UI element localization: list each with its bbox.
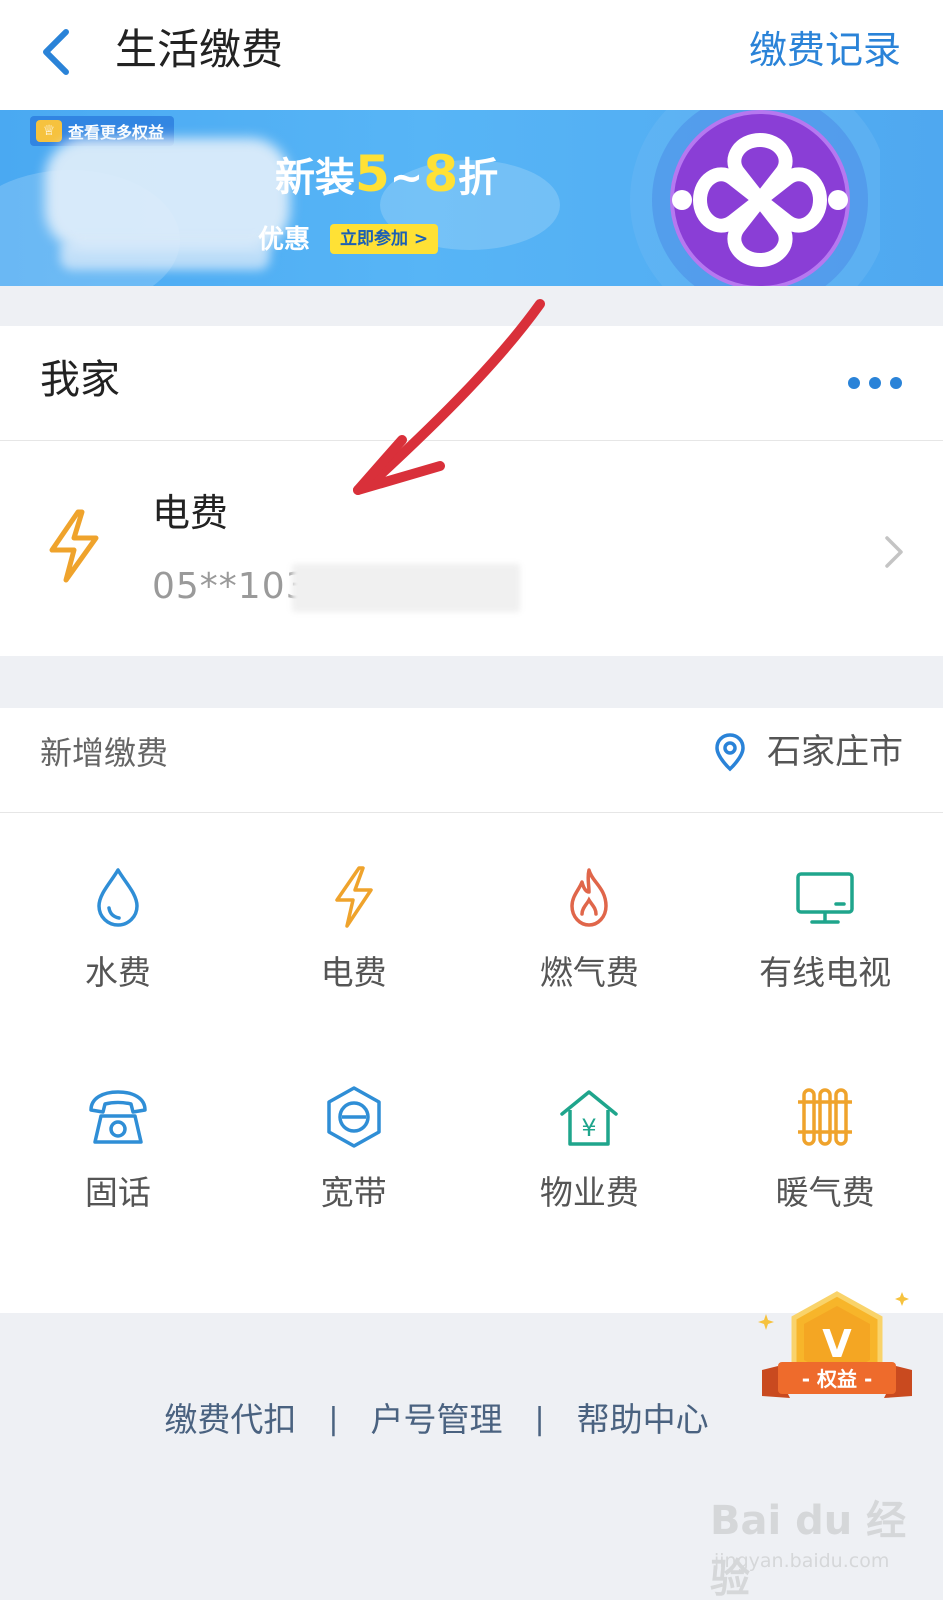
payment-item-gas[interactable]: 燃气费 [472, 818, 708, 1038]
perk-badge-letter: V [822, 1322, 852, 1366]
china-unicom-logo [630, 110, 880, 286]
payment-item-cable-tv[interactable]: 有线电视 [707, 818, 943, 1038]
footer-separator: | [328, 1402, 339, 1437]
bill-account-number: 05**103 [152, 566, 310, 607]
lightning-icon [49, 509, 99, 583]
payment-item-label: 燃气费 [539, 953, 639, 992]
add-payment-title: 新增缴费 [40, 734, 169, 772]
my-home-title: 我家 [40, 357, 120, 403]
tv-icon [796, 872, 854, 924]
divider [0, 812, 943, 813]
payment-item-broadband[interactable]: 宽带 [236, 1038, 472, 1258]
bill-name[interactable]: 电费 [152, 486, 228, 540]
banner-headline: 新装5~8折 [275, 144, 498, 208]
divider [0, 440, 943, 441]
my-home-card: 我家 电费 05**103 [0, 326, 943, 656]
account-redacted-area [292, 564, 520, 612]
payment-item-label: 水费 [84, 953, 151, 992]
banner-discount-low: 5 [355, 145, 390, 203]
radiator-icon [798, 1088, 853, 1146]
add-payment-section: 新增缴费 石家庄市 水费 电费 燃气费 有线电视 固话 宽带 ¥ 物业费 暖气费 [0, 708, 943, 1313]
watermark-brand: Bai du 经验 [710, 1498, 907, 1600]
payment-item-label: 宽带 [320, 1173, 387, 1212]
lightning-icon [334, 866, 373, 928]
back-arrow-icon[interactable] [36, 22, 80, 82]
payment-item-label: 物业费 [539, 1173, 639, 1212]
payment-item-landline[interactable]: 固话 [0, 1038, 236, 1258]
watermark-url: jingyan.baidu.com [714, 1550, 890, 1572]
svg-text:¥: ¥ [582, 1114, 597, 1142]
payment-item-electricity[interactable]: 电费 [236, 818, 472, 1038]
crown-icon: ♕ [36, 120, 62, 142]
banner-headline-prefix: 新装 [275, 155, 355, 201]
banner-tilde: ~ [389, 155, 424, 201]
payment-item-heating[interactable]: 暖气费 [707, 1038, 943, 1258]
payment-item-property[interactable]: ¥ 物业费 [472, 1038, 708, 1258]
payment-item-water[interactable]: 水费 [0, 818, 236, 1038]
account-management-link[interactable]: 户号管理 [371, 1397, 503, 1443]
telephone-icon [89, 1090, 147, 1144]
footer-separator: | [534, 1402, 545, 1437]
chevron-right-icon[interactable] [881, 532, 907, 572]
top-nav-bar: 生活缴费 缴费记录 [0, 0, 943, 110]
banner-redacted-area [45, 138, 290, 250]
city-selector[interactable]: 石家庄市 [767, 728, 903, 776]
payment-item-label: 有线电视 [759, 953, 892, 992]
banner-redacted-date [60, 240, 270, 270]
auto-debit-link[interactable]: 缴费代扣 [164, 1397, 296, 1443]
broadband-icon [326, 1086, 381, 1148]
flame-icon [570, 868, 609, 927]
banner-subline: 优惠 [258, 225, 311, 255]
property-house-icon: ¥ [560, 1090, 619, 1146]
banner-discount-high: 8 [423, 145, 459, 203]
location-pin-icon[interactable] [714, 732, 746, 772]
promo-banner[interactable]: ♕ 查看更多权益 新装5~8折 优惠 立即参加 > [0, 110, 943, 286]
baidu-jingyan-watermark: Bai du 经验 jingyan.baidu.com [700, 1470, 930, 1600]
perks-floating-badge[interactable]: V - 权益 - [752, 1282, 922, 1432]
banner-headline-suffix: 折 [458, 155, 499, 201]
payment-type-grid: 水费 电费 燃气费 有线电视 固话 宽带 ¥ 物业费 暖气费 [0, 818, 943, 1278]
page-title: 生活缴费 [115, 25, 284, 74]
join-now-button[interactable]: 立即参加 > [330, 224, 439, 254]
payment-item-label: 固话 [84, 1173, 151, 1212]
help-center-link[interactable]: 帮助中心 [577, 1397, 709, 1443]
perk-badge-label: - 权益 - [802, 1367, 873, 1391]
payment-records-link[interactable]: 缴费记录 [749, 24, 901, 76]
water-drop-icon [97, 868, 139, 927]
payment-item-label: 电费 [320, 953, 387, 992]
payment-item-label: 暖气费 [775, 1173, 875, 1212]
more-options-icon[interactable] [847, 376, 903, 390]
